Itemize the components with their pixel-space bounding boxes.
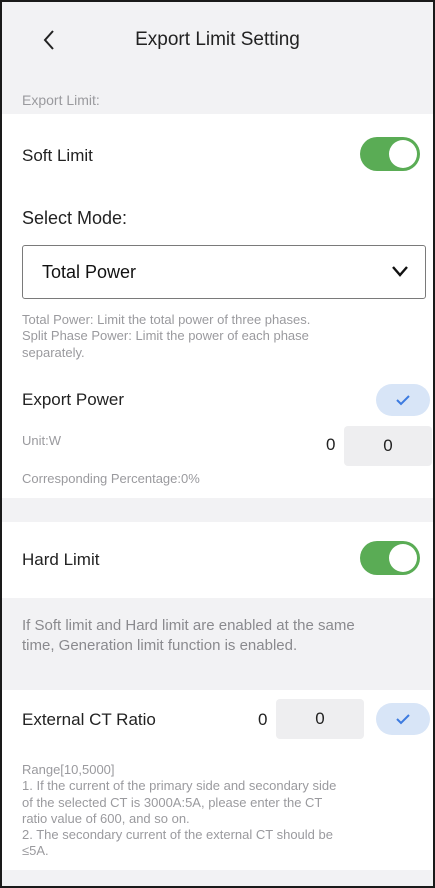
hint-line: separately.: [22, 344, 85, 360]
external-ct-notes: Range[10,5000] 1. If the current of the …: [22, 762, 336, 860]
select-mode-label: Select Mode:: [22, 208, 128, 228]
toggle-knob: [389, 544, 417, 572]
toggle-knob: [389, 140, 417, 168]
note-line: of the selected CT is 3000A:5A, please e…: [22, 794, 323, 810]
app-frame: Export Limit Setting Export Limit: Soft …: [0, 0, 435, 888]
export-power-label: Export Power: [22, 390, 125, 409]
select-mode-hint: Total Power: Limit the total power of th…: [22, 312, 310, 361]
mode-select-value: Total Power: [42, 262, 137, 282]
chevron-down-icon: [392, 266, 408, 277]
export-power-unit: Unit:W: [22, 433, 61, 448]
export-power-input[interactable]: [344, 426, 432, 466]
header: Export Limit Setting: [2, 2, 433, 80]
export-power-confirm-button[interactable]: [376, 384, 430, 416]
note-line: ≤5A.: [22, 843, 49, 859]
hard-limit-label: Hard Limit: [22, 550, 100, 569]
note-line: Range[10,5000]: [22, 762, 115, 777]
soft-limit-card: Soft Limit Select Mode: Total Power: Lim…: [2, 114, 433, 498]
note-line: 2. The secondary current of the external…: [22, 827, 333, 842]
soft-limit-label: Soft Limit: [22, 146, 93, 165]
export-power-percentage: Corresponding Percentage:0%: [22, 471, 200, 486]
note-line: If Soft limit and Hard limit are enabled…: [22, 617, 355, 634]
hard-limit-card: Hard Limit: [2, 522, 433, 598]
external-ct-input[interactable]: [276, 699, 364, 739]
external-ct-confirm-button[interactable]: [376, 703, 430, 735]
external-ct-current-value: 0: [258, 710, 268, 729]
section-label: Export Limit:: [22, 92, 100, 108]
note-line: time, Generation limit function is enabl…: [22, 636, 298, 654]
note-line: 1. If the current of the primary side an…: [22, 778, 337, 794]
mode-select[interactable]: Total Power: [22, 245, 426, 299]
hard-limit-note: If Soft limit and Hard limit are enabled…: [22, 616, 355, 655]
export-power-current-value: 0: [326, 435, 336, 454]
soft-limit-toggle[interactable]: [360, 137, 420, 171]
external-ct-label: External CT Ratio: [22, 710, 156, 729]
check-icon: [396, 395, 410, 406]
check-icon: [396, 714, 410, 725]
note-line: ratio value of 600, and so on.: [22, 810, 190, 826]
hint-line: Split Phase Power: Limit the power of ea…: [22, 328, 309, 344]
page-title: Export Limit Setting: [135, 29, 300, 50]
hard-limit-toggle[interactable]: [360, 541, 420, 575]
hint-line: Total Power: Limit the total power of th…: [22, 312, 311, 327]
external-ct-card: External CT Ratio 0 Range[10,5000] 1. If…: [2, 690, 433, 870]
